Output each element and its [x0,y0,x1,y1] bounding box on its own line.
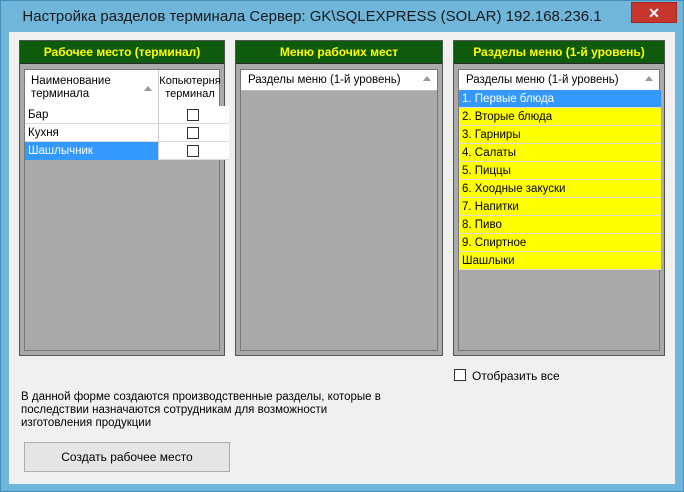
workplace-panel-header: Рабочее место (терминал) [20,41,224,64]
window-title: Настройка разделов терминала Сервер: GK\… [22,8,602,25]
list-item[interactable]: 1. Первые блюда [459,90,661,108]
computer-terminal-checkbox[interactable] [187,109,199,121]
sort-arrow-icon [645,76,653,81]
show-all-label: Отобразить все [472,369,560,383]
workplace-menus-panel: Меню рабочих мест Разделы меню (1-й уров… [235,40,443,356]
menu-sections-grid-header[interactable]: Разделы меню (1-й уровень) [459,70,659,91]
list-item[interactable]: 5. Пиццы [459,162,661,180]
computer-terminal-checkbox[interactable] [187,127,199,139]
menu-sections-grid[interactable]: Разделы меню (1-й уровень) 1. Первые блю… [458,69,661,351]
computer-terminal-checkbox[interactable] [187,145,199,157]
section-label: 9. Спиртное [462,237,527,249]
computer-terminal-cell [159,106,229,124]
computer-terminal-cell [159,124,229,142]
terminal-name-cell[interactable]: Кухня [25,124,159,142]
table-row[interactable]: Кухня [25,124,229,142]
show-all-checkbox[interactable] [454,369,466,381]
info-text: В данной форме создаются производственны… [21,391,381,429]
section-label: 8. Пиво [462,219,502,231]
section-label: 5. Пиццы [462,165,511,177]
list-item[interactable]: 9. Спиртное [459,234,661,252]
section-label: 6. Хоодные закуски [462,183,566,195]
column-header-menu-sections: Разделы меню (1-й уровень) [248,74,401,86]
computer-terminal-cell [159,142,229,160]
sort-arrow-icon [144,86,152,91]
column-header-terminal-name[interactable]: Наименование терминала [25,70,159,106]
list-item[interactable]: 3. Гарниры [459,126,661,144]
menu-sections-panel: Разделы меню (1-й уровень) Разделы меню … [453,40,665,356]
section-label: 1. Первые блюда [462,93,555,105]
section-label: Шашлыки [462,255,515,267]
list-item[interactable]: Шашлыки [459,252,661,270]
column-header-computer-terminal[interactable]: Копьютерня терминал [159,75,221,101]
table-row[interactable]: Бар [25,106,229,124]
list-item[interactable]: 2. Вторые блюда [459,108,661,126]
list-item[interactable]: 7. Напитки [459,198,661,216]
workplace-menus-grid[interactable]: Разделы меню (1-й уровень) [240,69,438,351]
section-label: 2. Вторые блюда [462,111,553,123]
workplace-grid-header: Наименование терминала Копьютерня термин… [25,70,221,107]
workplace-grid[interactable]: Наименование терминала Копьютерня термин… [24,69,229,351]
menu-sections-panel-header: Разделы меню (1-й уровень) [454,41,664,64]
workplace-menus-panel-header: Меню рабочих мест [236,41,442,64]
section-label: 3. Гарниры [462,129,521,141]
list-item[interactable]: 4. Салаты [459,144,661,162]
client-area: Рабочее место (терминал) Наименование те… [9,32,675,484]
close-button[interactable]: ✕ [631,2,677,23]
section-label: 7. Напитки [462,201,519,213]
workplace-menus-grid-header[interactable]: Разделы меню (1-й уровень) [241,70,437,91]
title-bar[interactable]: Настройка разделов терминала Сервер: GK\… [1,1,683,33]
table-row[interactable]: Шашлычник [25,142,229,160]
create-workplace-button[interactable]: Создать рабочее место [24,442,230,472]
section-label: 4. Салаты [462,147,517,159]
column-header-sections: Разделы меню (1-й уровень) [466,74,619,86]
sort-arrow-icon [423,76,431,81]
terminal-name-cell[interactable]: Бар [25,106,159,124]
list-item[interactable]: 6. Хоодные закуски [459,180,661,198]
application-window: Настройка разделов терминала Сервер: GK\… [0,0,684,492]
list-item[interactable]: 8. Пиво [459,216,661,234]
workplace-panel: Рабочее место (терминал) Наименование те… [19,40,229,356]
terminal-name-cell[interactable]: Шашлычник [25,142,159,160]
